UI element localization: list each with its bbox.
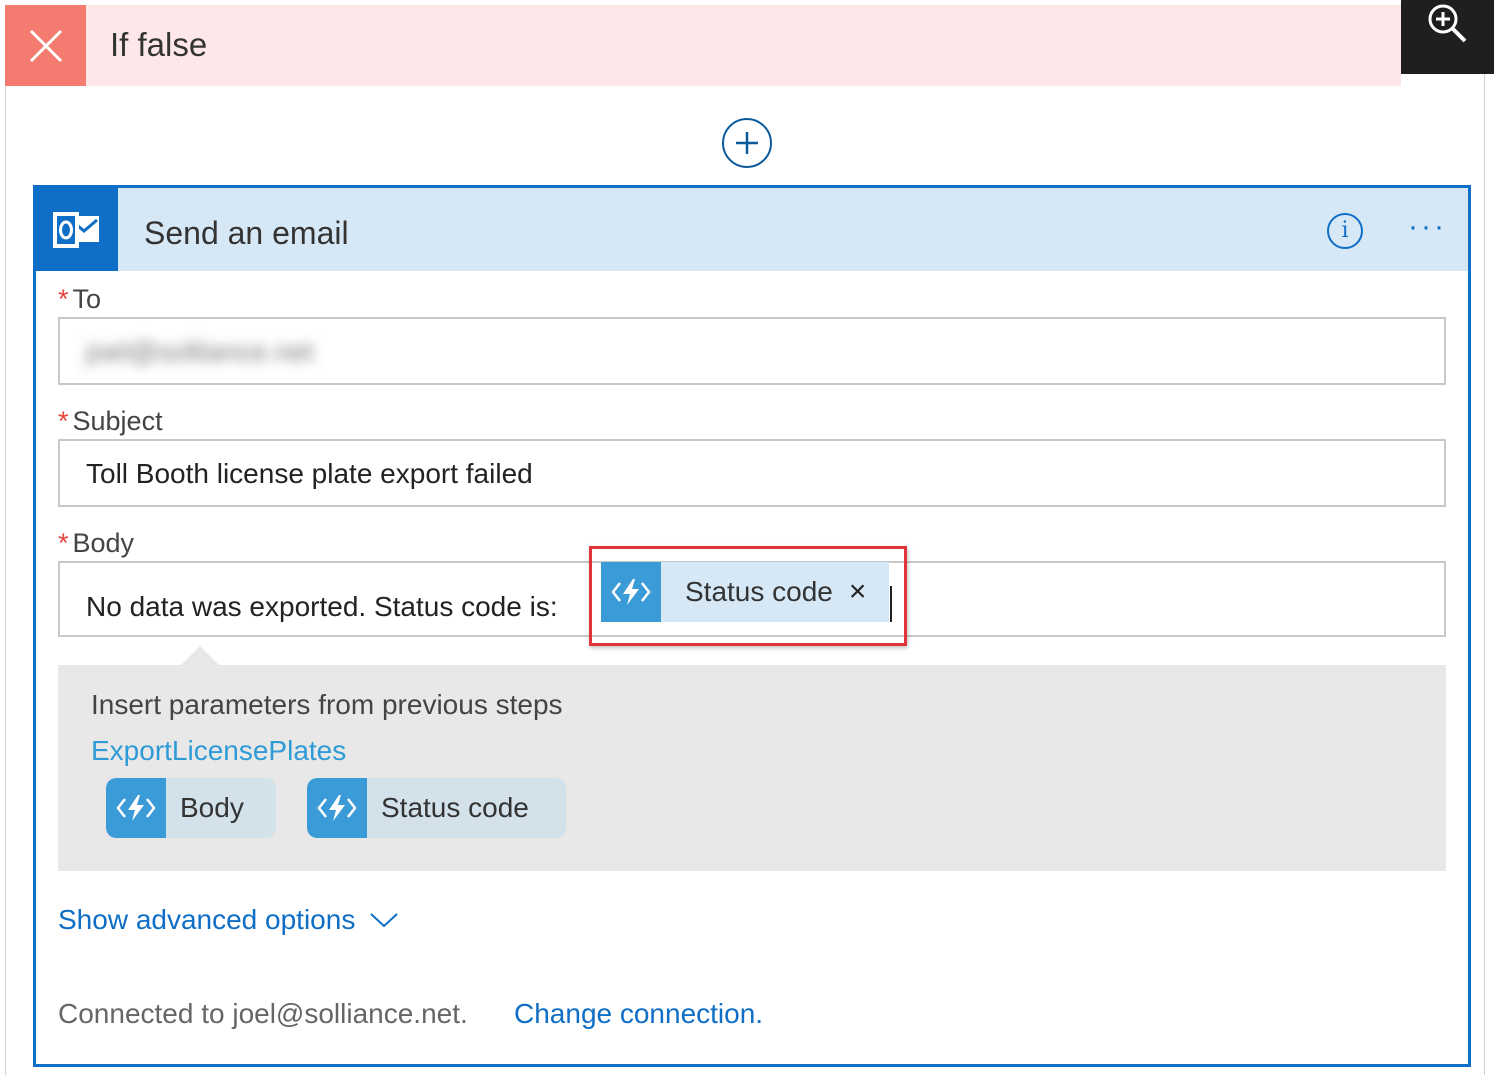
- function-icon: [106, 778, 166, 838]
- add-step-button[interactable]: [722, 118, 772, 168]
- show-advanced-options-link[interactable]: Show advanced options: [58, 904, 399, 936]
- branch-title: If false: [110, 26, 208, 63]
- outlook-icon: [36, 188, 118, 271]
- more-options-icon[interactable]: ···: [1408, 210, 1447, 244]
- zoom-in-button[interactable]: [1401, 0, 1494, 74]
- info-icon[interactable]: i: [1327, 213, 1363, 249]
- dynamic-content-item-body[interactable]: Body: [106, 778, 276, 838]
- panel-title: Insert parameters from previous steps: [91, 689, 563, 720]
- connection-status: Connected to joel@solliance.net.: [58, 998, 468, 1029]
- body-field-value: No data was exported. Status code is:: [86, 591, 558, 622]
- function-icon: [307, 778, 367, 838]
- chevron-down-icon: [370, 913, 399, 928]
- subject-label-text: Subject: [72, 406, 163, 436]
- required-marker: *: [58, 284, 69, 314]
- body-label-text: Body: [72, 528, 135, 558]
- zoom-in-icon: [1428, 4, 1466, 43]
- action-card-header[interactable]: Send an email i ···: [36, 188, 1468, 271]
- advanced-options-label: Show advanced options: [58, 904, 356, 935]
- plus-icon: [736, 132, 758, 154]
- to-label: * To: [58, 284, 101, 315]
- dynamic-content-item-label: Status code: [381, 792, 529, 823]
- subject-field[interactable]: Toll Booth license plate export failed: [58, 439, 1446, 507]
- body-label: * Body: [58, 528, 134, 559]
- to-label-text: To: [72, 284, 102, 314]
- required-marker: *: [58, 528, 69, 558]
- to-field-value: joel@solliance.net: [86, 336, 314, 367]
- change-connection-link[interactable]: Change connection.: [514, 998, 763, 1030]
- to-field[interactable]: joel@solliance.net: [58, 317, 1446, 385]
- required-marker: *: [58, 406, 69, 436]
- dynamic-content-panel: Insert parameters from previous steps Ex…: [58, 665, 1446, 871]
- close-icon: [5, 5, 86, 86]
- if-false-header[interactable]: [5, 5, 1401, 86]
- subject-field-value: Toll Booth license plate export failed: [86, 458, 533, 489]
- dynamic-content-item-label: Body: [180, 792, 244, 823]
- highlight-annotation: [589, 546, 907, 646]
- subject-label: * Subject: [58, 406, 163, 437]
- send-email-action-card: Send an email i ··· * To joel@solliance.n…: [33, 185, 1471, 1067]
- dynamic-content-item-status-code[interactable]: Status code: [307, 778, 566, 838]
- action-card-title: Send an email: [144, 215, 349, 251]
- panel-pointer: [180, 646, 220, 666]
- panel-group-name: ExportLicensePlates: [91, 735, 347, 766]
